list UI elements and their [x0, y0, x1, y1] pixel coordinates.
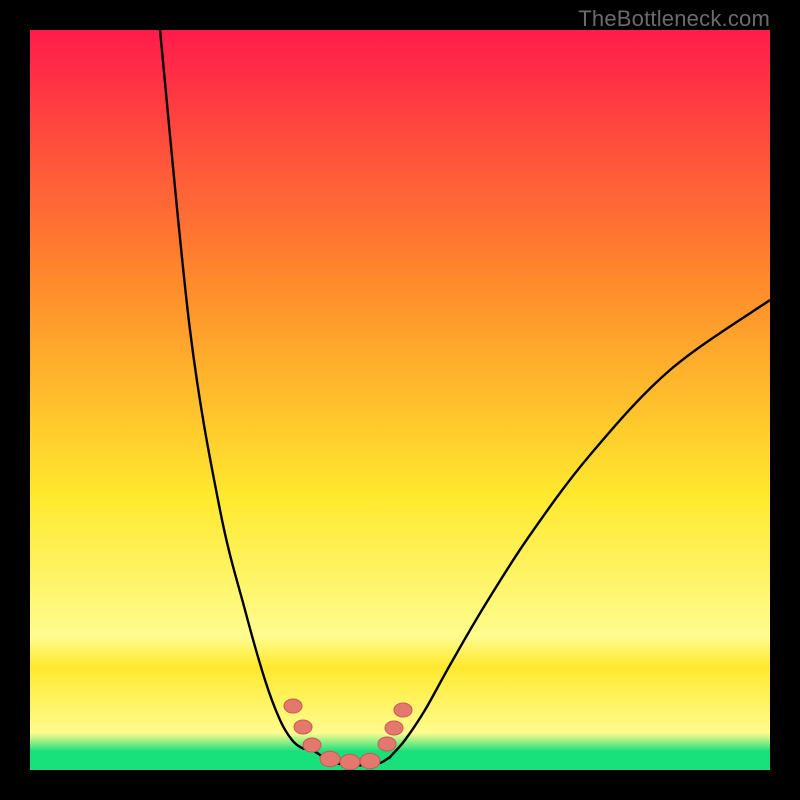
curve-marker [394, 703, 412, 717]
curve-marker [360, 753, 380, 769]
curve-marker [320, 751, 340, 767]
watermark-text: TheBottleneck.com [578, 6, 770, 32]
curve-marker [284, 699, 302, 713]
chart-frame: TheBottleneck.com [0, 0, 800, 800]
curve-marker [340, 754, 360, 770]
curve-marker [378, 737, 396, 751]
curve-marker [385, 721, 403, 735]
bottleneck-curve [30, 30, 770, 770]
plot-area [30, 30, 770, 770]
curve-marker [303, 738, 321, 752]
curve-marker [294, 720, 312, 734]
